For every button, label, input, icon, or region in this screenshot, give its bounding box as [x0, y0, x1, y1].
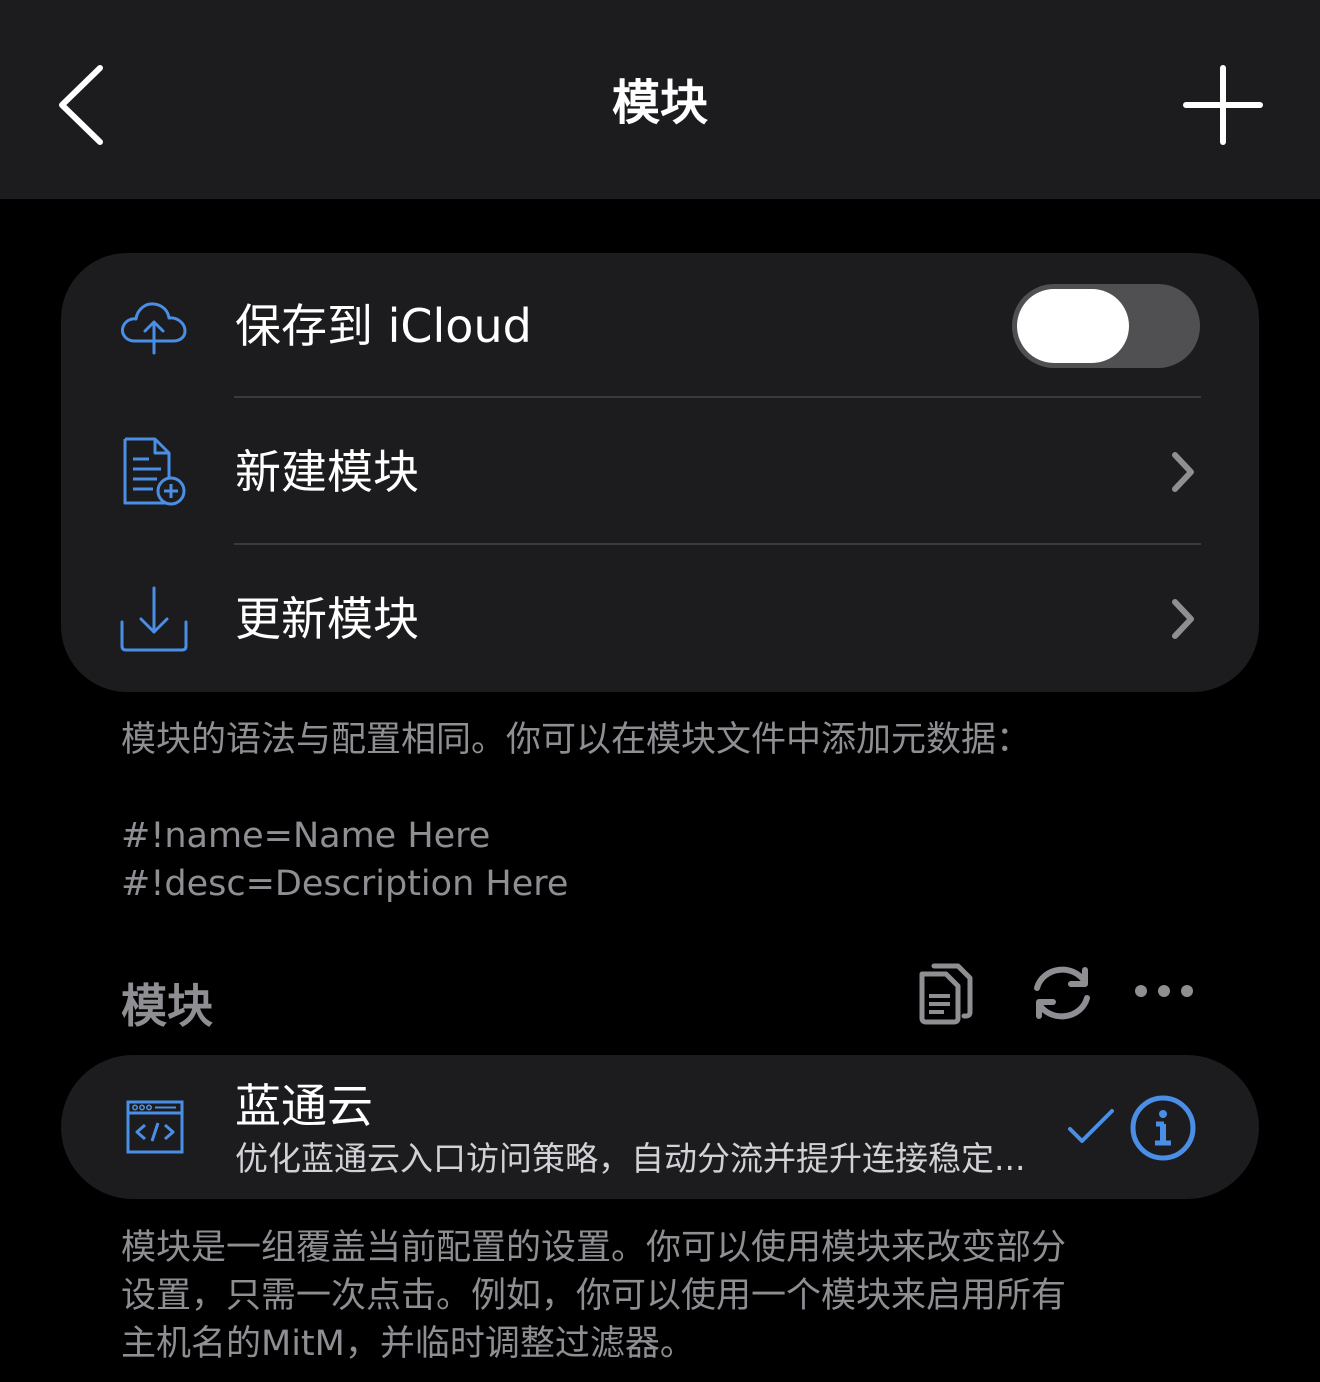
new-module-row[interactable]: 新建模块	[61, 399, 1259, 545]
copy-button[interactable]	[910, 958, 980, 1028]
settings-card: 保存到 iCloud 新建模块 更新模块	[61, 253, 1259, 692]
icloud-toggle[interactable]	[1012, 284, 1200, 368]
more-icon	[1135, 985, 1193, 997]
code-window-icon	[125, 1097, 185, 1157]
refresh-icon	[1034, 966, 1090, 1020]
modules-explanation: 模块是一组覆盖当前配置的设置。你可以使用模块来改变部分 设置，只需一次点击。例如…	[121, 1224, 1201, 1368]
syntax-note-desc-example: #!desc=Description Here	[121, 864, 569, 904]
update-modules-row[interactable]: 更新模块	[61, 546, 1259, 692]
save-to-icloud-label: 保存到 iCloud	[235, 299, 532, 353]
refresh-button[interactable]	[1027, 958, 1097, 1028]
syntax-note-name-example: #!name=Name Here	[121, 816, 491, 856]
save-to-icloud-row: 保存到 iCloud	[61, 253, 1259, 399]
add-button[interactable]	[1176, 58, 1270, 152]
syntax-note: 模块的语法与配置相同。你可以在模块文件中添加元数据： #!name=Name H…	[121, 716, 1201, 908]
cloud-upload-icon	[117, 289, 191, 363]
modules-explanation-line: 模块是一组覆盖当前配置的设置。你可以使用模块来改变部分	[121, 1228, 1067, 1268]
new-module-label: 新建模块	[235, 445, 419, 499]
page-title: 模块	[611, 75, 708, 131]
info-icon	[1130, 1095, 1196, 1161]
chevron-left-icon	[59, 65, 103, 145]
syntax-note-text: 模块的语法与配置相同。你可以在模块文件中添加元数据：	[121, 720, 1032, 760]
plus-icon	[1183, 65, 1263, 145]
copy-icon	[919, 963, 973, 1025]
row-divider	[234, 396, 1201, 398]
chevron-right-icon	[1165, 596, 1201, 642]
module-description: 优化蓝通云入口访问策略，自动分流并提升连接稳定...	[235, 1139, 1026, 1178]
module-title: 蓝通云	[235, 1079, 373, 1133]
modules-section-header: 模块	[121, 979, 213, 1033]
new-document-icon	[117, 435, 191, 509]
modules-explanation-line: 设置，只需一次点击。例如，你可以使用一个模块来启用所有	[121, 1276, 1067, 1316]
row-divider	[234, 543, 1201, 545]
more-button[interactable]	[1130, 958, 1200, 1028]
info-button[interactable]	[1130, 1095, 1196, 1161]
toggle-knob	[1017, 289, 1129, 363]
module-list-item[interactable]: 蓝通云 优化蓝通云入口访问策略，自动分流并提升连接稳定...	[61, 1055, 1259, 1199]
download-icon	[117, 582, 191, 656]
modules-explanation-line: 主机名的MitM，并临时调整过滤器。	[121, 1324, 695, 1364]
navigation-bar: 模块	[0, 0, 1320, 199]
checkmark-icon	[1064, 1105, 1116, 1149]
back-button[interactable]	[48, 58, 118, 152]
update-modules-label: 更新模块	[235, 592, 419, 646]
chevron-right-icon	[1165, 449, 1201, 495]
